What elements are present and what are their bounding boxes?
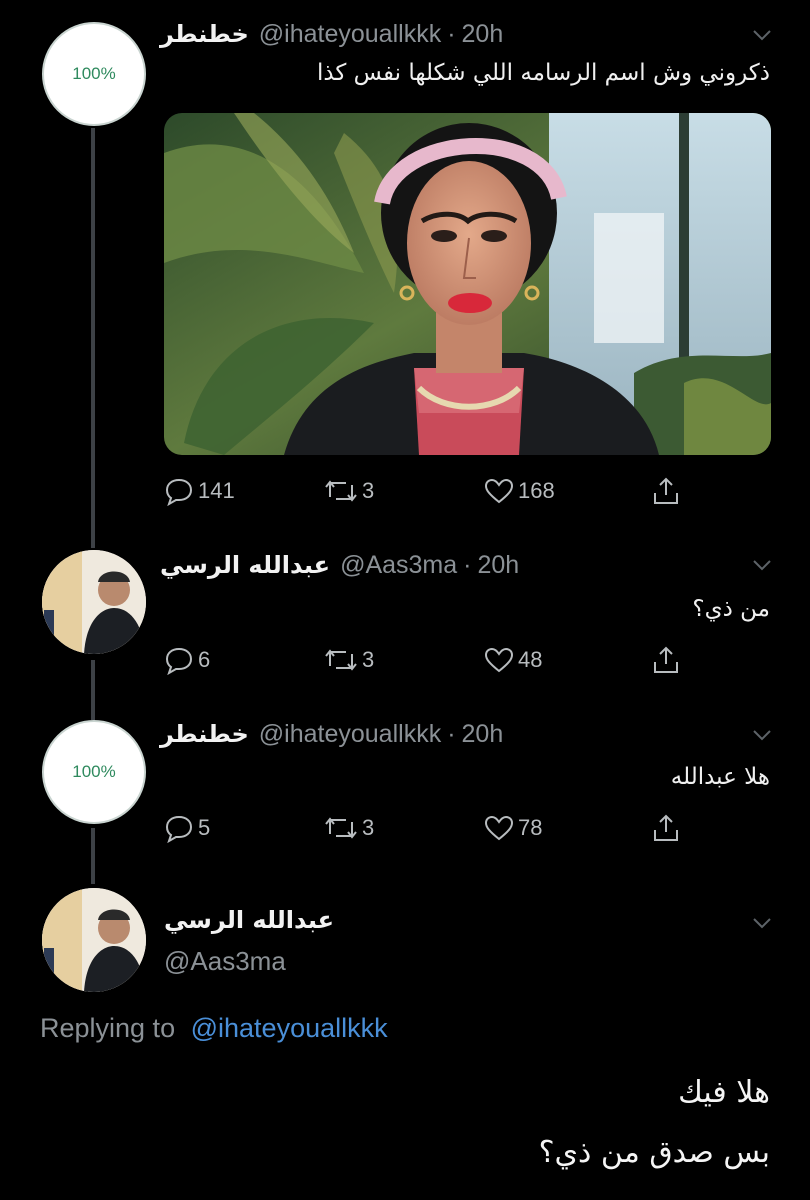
avatar[interactable] [42,888,146,992]
tweet[interactable]: عبدالله الرسي @Aas3ma · 20h من ذي؟ 6 3 4… [0,530,810,700]
avatar[interactable]: 100% [42,720,146,824]
reply-count: 5 [198,815,211,840]
tweet-text: من ذي؟ [692,596,770,622]
share-button[interactable] [651,643,681,677]
retweet-button[interactable]: 3 [324,811,374,845]
reply-count: 6 [198,647,211,672]
display-name[interactable]: عبدالله الرسي [164,906,334,934]
share-icon [654,646,678,673]
heart-icon [484,647,514,673]
tweet[interactable]: 100% خطنطر @ihateyouallkkk · 20h هلا عبد… [0,700,810,870]
tweet-text: ذكروني وش اسم الرسامه اللي شكلها نفس كذا [316,60,770,86]
like-count: 48 [518,647,543,672]
reply-icon [165,478,193,506]
display-name[interactable]: خطنطر [160,20,249,48]
reply-button[interactable]: 141 [164,474,235,508]
retweet-button[interactable]: 3 [324,474,374,508]
tweet-text-line: بس صدق من ذي؟ [538,1135,770,1170]
replying-to: Replying to @ihateyouallkkk [40,1013,388,1044]
tweet-thread-view: 100% خطنطر @ihateyouallkkk · 20h ذكروني … [0,0,810,1200]
avatar-badge-text: 100% [72,762,116,781]
chevron-down-icon[interactable] [752,916,772,930]
share-button[interactable] [651,811,681,845]
replying-handle-link[interactable]: @ihateyouallkkk [191,1013,388,1043]
like-button[interactable]: 48 [484,643,542,677]
tweet-text-line: هلا فيك [678,1075,770,1110]
user-handle[interactable]: @Aas3ma [164,946,286,977]
timestamp[interactable]: 20h [477,551,519,580]
chevron-down-icon[interactable] [752,728,772,742]
retweet-icon [325,649,357,671]
heart-icon [484,478,514,504]
timestamp[interactable]: 20h [462,20,504,49]
user-handle[interactable]: @ihateyouallkkk [259,720,441,749]
tweet-actions: 6 3 48 [164,643,694,677]
tweet-text: هلا عبدالله [670,764,770,790]
reply-icon [165,647,193,675]
share-button[interactable] [651,474,681,508]
tweet-header: عبدالله الرسي @Aas3ma · 20h [160,548,755,582]
tweet-media-image[interactable] [164,113,771,455]
avatar-badge-text: 100% [72,64,116,83]
like-button[interactable]: 78 [484,811,542,845]
like-button[interactable]: 168 [484,474,555,508]
display-name[interactable]: عبدالله الرسي [160,551,330,579]
tweet[interactable]: 100% خطنطر @ihateyouallkkk · 20h ذكروني … [0,0,810,530]
chevron-down-icon[interactable] [752,558,772,572]
tweet-actions: 141 3 168 [164,474,694,508]
display-name[interactable]: خطنطر [160,720,249,748]
separator-dot: · [447,19,456,48]
share-icon [654,477,678,504]
user-handle[interactable]: @Aas3ma [340,551,457,580]
retweet-count: 3 [362,478,375,503]
reply-button[interactable]: 5 [164,811,210,845]
avatar[interactable] [42,550,146,654]
user-handle[interactable]: @ihateyouallkkk [259,20,441,49]
separator-dot: · [463,550,472,579]
share-icon [654,814,678,841]
heart-icon [484,815,514,841]
avatar[interactable]: 100% [42,22,146,126]
retweet-count: 3 [362,647,375,672]
tweet-header: خطنطر @ihateyouallkkk · 20h [160,717,755,751]
retweet-button[interactable]: 3 [324,643,374,677]
retweet-icon [325,480,357,502]
timestamp[interactable]: 20h [462,720,504,749]
like-count: 168 [518,478,555,503]
retweet-icon [325,817,357,839]
retweet-count: 3 [362,815,375,840]
like-count: 78 [518,815,543,840]
tweet-actions: 5 3 78 [164,811,694,845]
chevron-down-icon[interactable] [752,28,772,42]
separator-dot: · [447,719,456,748]
reply-icon [165,815,193,843]
reply-button[interactable]: 6 [164,643,210,677]
tweet-header: خطنطر @ihateyouallkkk · 20h [160,17,755,51]
reply-count: 141 [198,478,235,503]
replying-prefix: Replying to [40,1013,176,1043]
